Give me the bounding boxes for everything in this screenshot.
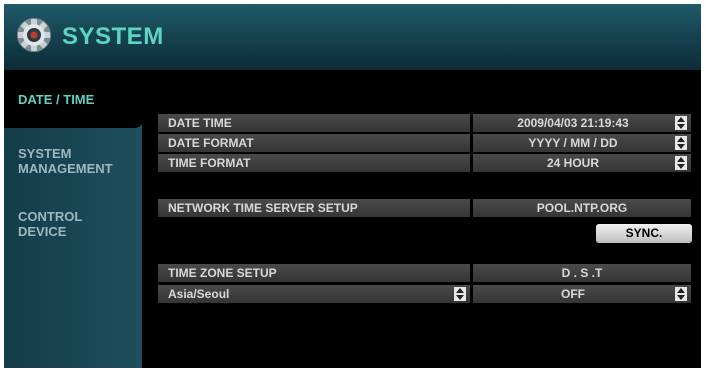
- date-format-value: YYYY / MM / DD: [528, 136, 618, 150]
- date-time-label: DATE TIME: [158, 114, 470, 132]
- ntp-server-field[interactable]: POOL.NTP.ORG: [473, 199, 691, 217]
- dst-label: D . S .T: [473, 264, 691, 282]
- date-format-label: DATE FORMAT: [158, 134, 470, 152]
- date-format-spinner-icon[interactable]: [675, 136, 687, 150]
- date-time-field[interactable]: 2009/04/03 21:19:43: [473, 114, 691, 132]
- tab-control-device-line2: DEVICE: [18, 224, 67, 239]
- tab-control-device-line1: CONTROL: [18, 209, 83, 224]
- tab-date-time[interactable]: DATE / TIME: [4, 70, 144, 128]
- time-format-select[interactable]: 24 HOUR: [473, 154, 691, 172]
- dst-spinner-icon[interactable]: [675, 287, 687, 301]
- tab-system-management[interactable]: SYSTEM MANAGEMENT: [18, 146, 113, 176]
- date-time-spinner-icon[interactable]: [675, 116, 687, 130]
- dst-select[interactable]: OFF: [473, 285, 691, 303]
- tab-system-management-line1: SYSTEM: [18, 146, 72, 161]
- tab-date-time-label: DATE / TIME: [18, 92, 95, 107]
- system-screen: SYSTEM DATE / TIME SYSTEM MANAGEMENT CON…: [4, 4, 701, 368]
- title-bar: SYSTEM: [4, 4, 701, 70]
- date-time-value: 2009/04/03 21:19:43: [517, 116, 629, 130]
- page-title: SYSTEM: [62, 23, 164, 50]
- time-format-spinner-icon[interactable]: [675, 156, 687, 170]
- time-zone-value: Asia/Seoul: [168, 287, 230, 301]
- time-zone-label: TIME ZONE SETUP: [158, 264, 470, 282]
- gear-icon: [17, 18, 51, 52]
- time-zone-spinner-icon[interactable]: [454, 287, 466, 301]
- dst-value: OFF: [561, 287, 585, 301]
- ntp-label: NETWORK TIME SERVER SETUP: [158, 199, 470, 217]
- time-format-value: 24 HOUR: [546, 156, 599, 170]
- tab-system-management-line2: MANAGEMENT: [18, 161, 113, 176]
- time-zone-select[interactable]: Asia/Seoul: [158, 285, 470, 303]
- date-format-select[interactable]: YYYY / MM / DD: [473, 134, 691, 152]
- tab-control-device[interactable]: CONTROL DEVICE: [18, 209, 82, 239]
- sidebar: DATE / TIME SYSTEM MANAGEMENT CONTROL DE…: [4, 70, 144, 368]
- sync-button[interactable]: SYNC.: [596, 224, 692, 243]
- time-format-label: TIME FORMAT: [158, 154, 470, 172]
